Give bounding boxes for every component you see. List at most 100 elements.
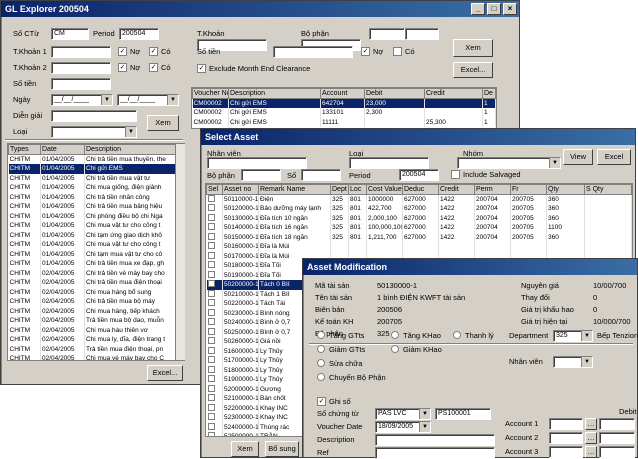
asset-col-header[interactable]: Cost Value <box>366 184 403 195</box>
col-description[interactable]: Description <box>84 144 184 155</box>
row-select-checkbox[interactable] <box>206 308 223 318</box>
row-select-checkbox[interactable] <box>206 422 223 432</box>
asset-col-header[interactable]: Credit <box>438 184 475 195</box>
radio-sua-chua[interactable] <box>317 359 325 367</box>
asset-modification-titlebar[interactable]: Asset Modification <box>303 259 637 275</box>
asset-col-header[interactable]: Deduc <box>402 184 439 195</box>
table-row[interactable]: CHITM 01/04/2005 Chi mua vật tư cho công t <box>8 221 184 231</box>
excel2-button[interactable]: Excel... <box>147 365 183 381</box>
sa-bo-phan-input[interactable] <box>241 169 281 181</box>
table-row[interactable]: CHITM 01/04/2005 Chi trả tiền mua bảng hiệ… <box>8 202 184 212</box>
col-debit[interactable]: Debit <box>364 88 425 99</box>
row-select-checkbox[interactable] <box>206 375 223 385</box>
radio-giam-khao[interactable] <box>391 345 399 353</box>
gl-explorer-titlebar[interactable]: GL Explorer 200504 _ □ × <box>1 1 519 17</box>
col-de[interactable]: De <box>482 88 496 99</box>
table-row[interactable]: CHITM 02/04/2005 Chi trả tiền vé máy bay c… <box>8 268 184 278</box>
asset-col-header[interactable]: Sel <box>206 184 223 195</box>
table-row[interactable]: CHITM 01/04/2005 Chi trả tiền mua thuyền, … <box>8 154 184 164</box>
nhom-select[interactable] <box>457 157 561 169</box>
asset-col-header[interactable]: Loc <box>348 184 367 195</box>
voucher-date-picker[interactable]: 18/09/2005 <box>375 421 431 433</box>
include-salvaged-checkbox[interactable] <box>451 170 460 179</box>
xem2-button[interactable]: Xem <box>453 39 493 57</box>
table-row[interactable]: CHITM 01/04/2005 Chi tạm ứng giao dịch khô <box>8 230 184 240</box>
asset-col-header[interactable]: Perm <box>474 184 511 195</box>
r-extra-input-1[interactable] <box>369 28 405 40</box>
col-date[interactable]: Date <box>40 144 85 155</box>
loai-select[interactable] <box>51 126 137 138</box>
asset-col-header[interactable]: Asset no <box>222 184 259 195</box>
close-button[interactable]: × <box>503 3 517 15</box>
table-row[interactable]: 50130000-1 Đĩa tích 10 ngăn 325 801 2,000,10… <box>206 213 632 223</box>
sa-period-input[interactable]: 200504 <box>399 169 439 181</box>
table-row[interactable]: CHITM 02/04/2005 Chi trả tiền mua điện tho… <box>8 278 184 288</box>
radio-tang-gtts[interactable] <box>317 331 325 339</box>
transaction-list-grid[interactable]: Types Date Description CHITM 01/04/2005 Ch… <box>7 143 185 361</box>
table-row[interactable]: CHITM 02/04/2005 Chi trả tiền mua bộ máy <box>8 297 184 307</box>
col-account[interactable]: Account <box>320 88 365 99</box>
row-select-checkbox[interactable] <box>206 365 223 375</box>
row-select-checkbox[interactable] <box>206 432 223 436</box>
table-row[interactable]: CHITM 02/04/2005 Chi mua ly, dĩa, điện tra… <box>8 335 184 345</box>
asset-col-header[interactable]: S Qty <box>584 184 632 195</box>
row-select-checkbox[interactable] <box>206 242 223 252</box>
table-row[interactable]: 50160000-1 Đĩa là Mùi <box>206 242 632 252</box>
col-desc[interactable]: Description <box>228 88 321 99</box>
tk2-no-checkbox[interactable]: ✓ <box>118 63 127 72</box>
ghi-so-checkbox[interactable]: ✓ <box>317 397 326 406</box>
row-select-checkbox[interactable] <box>206 213 223 223</box>
account1-input[interactable] <box>549 418 583 430</box>
ref-input[interactable] <box>375 447 495 459</box>
sa-excel-button[interactable]: Excel <box>597 149 631 165</box>
bo-sung-button[interactable]: Bổ sung <box>265 441 299 457</box>
table-row[interactable]: CHITM 01/04/2005 Chi tạm mua vật tư cho cô <box>8 249 184 259</box>
radio-giam-gtts[interactable] <box>317 345 325 353</box>
r-so-tien-input[interactable] <box>273 46 353 58</box>
tk1-no-checkbox[interactable]: ✓ <box>118 47 127 56</box>
description-input[interactable] <box>375 434 495 446</box>
table-row[interactable]: CHITM 01/04/2005 Chi gửi EMS <box>8 164 184 174</box>
row-select-checkbox[interactable] <box>206 299 223 309</box>
maximize-button[interactable]: □ <box>487 3 501 15</box>
row-select-checkbox[interactable] <box>206 403 223 413</box>
row-select-checkbox[interactable] <box>206 337 223 347</box>
col-credit[interactable]: Credit <box>424 88 483 99</box>
table-row[interactable]: 50120000-1 Bảo dưỡng máy lạnh 325 801 422,70… <box>206 204 632 214</box>
table-row[interactable]: CHITM 02/04/2005 Chi mua hàng, tiếp khách <box>8 306 184 316</box>
table-row[interactable]: CM00002 Chi gửi EMS 642704 23,000 1 <box>192 98 496 108</box>
view-button[interactable]: View <box>563 149 593 165</box>
row-select-checkbox[interactable] <box>206 270 223 280</box>
table-row[interactable]: CM00002 Chi gửi EMS 133101 2,300 1 <box>192 108 496 118</box>
table-row[interactable]: CHITM 02/04/2005 Trả tiền mua bộ dao, muỗn <box>8 316 184 326</box>
table-row[interactable]: CHITM 02/04/2005 Chi mua hàu thiên vơ <box>8 325 184 335</box>
account3-lookup-button[interactable]: … <box>585 446 597 458</box>
voucher-detail-grid[interactable]: Voucher No Description Account Debit Cre… <box>191 87 497 129</box>
tk2-co-checkbox[interactable]: ✓ <box>149 63 158 72</box>
so-input[interactable] <box>301 169 341 181</box>
table-row[interactable]: CHITM 01/04/2005 Chi trả tiền nhân công <box>8 192 184 202</box>
sa-loai-input[interactable] <box>349 157 429 169</box>
row-select-checkbox[interactable] <box>206 413 223 423</box>
am-nhan-vien-select[interactable] <box>553 356 593 368</box>
so-tien-input[interactable] <box>51 78 111 90</box>
sa-xem-button[interactable]: Xem <box>231 441 259 457</box>
department-select[interactable]: 325 <box>553 330 593 342</box>
account1-lookup-button[interactable]: … <box>585 418 597 430</box>
tk2-input[interactable] <box>51 62 111 74</box>
row-select-checkbox[interactable] <box>206 289 223 299</box>
row-select-checkbox[interactable] <box>206 232 223 242</box>
row-select-checkbox[interactable] <box>206 251 223 261</box>
account2-lookup-button[interactable]: … <box>585 432 597 444</box>
account3-debit-input[interactable] <box>599 446 635 458</box>
asset-col-header[interactable]: Dept <box>330 184 349 195</box>
radio-thanh-ly[interactable] <box>453 331 461 339</box>
left-grid-scrollbar[interactable] <box>175 144 185 360</box>
so-ctu-input[interactable]: CM <box>51 28 89 40</box>
tk1-input[interactable] <box>51 46 111 58</box>
row-select-checkbox[interactable] <box>206 194 223 204</box>
asset-col-header[interactable]: Qty <box>546 184 585 195</box>
asset-col-header[interactable]: Remark Name <box>258 184 331 195</box>
account2-input[interactable] <box>549 432 583 444</box>
table-row[interactable]: 50150000-1 Đĩa tích 18 ngăn 325 801 1,211,70… <box>206 232 632 242</box>
